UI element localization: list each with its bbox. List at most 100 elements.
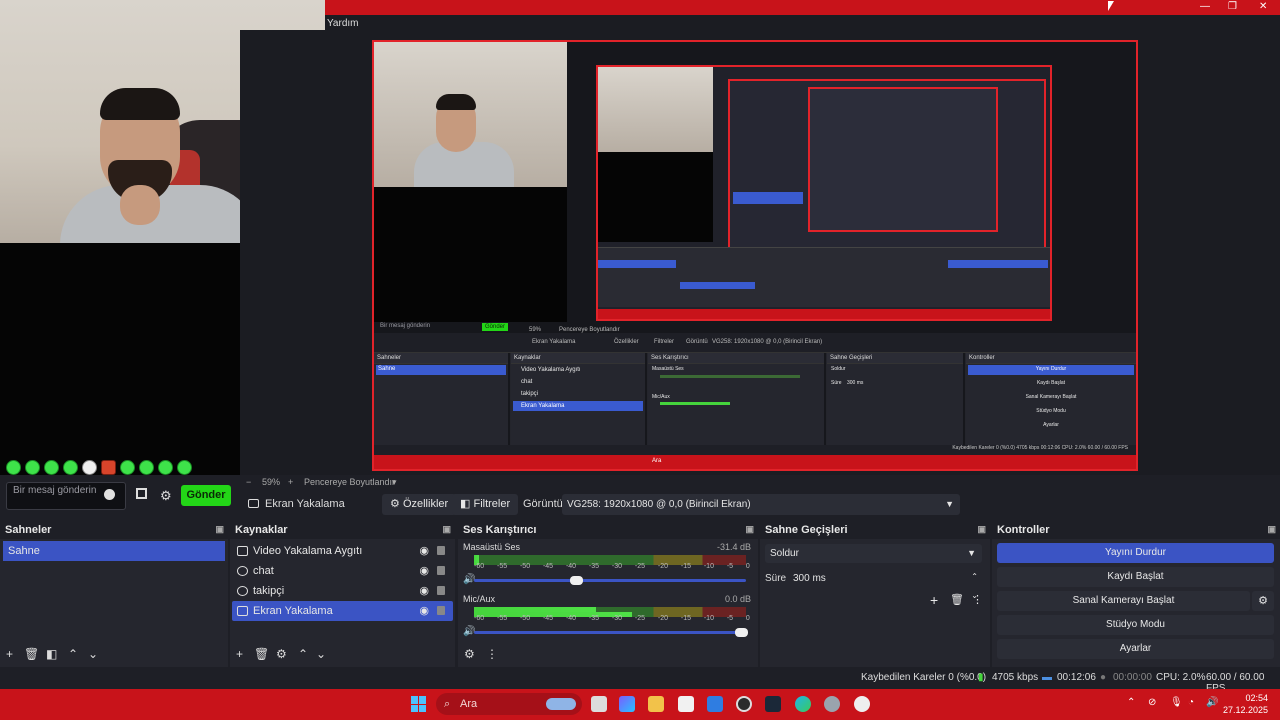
add-icon[interactable]: +: [6, 647, 13, 661]
gear-icon[interactable]: ⚙: [276, 647, 287, 661]
trash-icon[interactable]: 🗑: [950, 593, 964, 606]
menu-help[interactable]: Yardım: [327, 18, 359, 29]
gift-icon[interactable]: [136, 488, 147, 499]
dock-undock-icon[interactable]: ▣: [215, 524, 224, 535]
emote-icon[interactable]: [120, 460, 135, 475]
down-icon[interactable]: ⌄: [316, 647, 326, 661]
store-icon[interactable]: [678, 696, 694, 712]
emote-icon[interactable]: [101, 460, 116, 475]
task-view-icon[interactable]: [591, 696, 607, 712]
weather-icon: [546, 698, 576, 710]
add-icon[interactable]: +: [236, 647, 243, 661]
taskbar-clock[interactable]: 02:54 27.12.2025: [1223, 692, 1268, 716]
windows-start-icon[interactable]: [411, 696, 427, 712]
zoom-out-icon[interactable]: −: [246, 477, 251, 487]
nested-fit: Pencereye Boyutlandır: [559, 327, 620, 333]
app-icon[interactable]: [854, 696, 870, 712]
network-icon[interactable]: ⊘: [1148, 697, 1156, 708]
source-item[interactable]: takipçi ◉: [232, 581, 453, 601]
chevron-down-icon[interactable]: ▾: [392, 477, 397, 488]
emote-icon[interactable]: [139, 460, 154, 475]
chevron-up-icon[interactable]: ⌃: [1127, 697, 1135, 708]
zoom-in-icon[interactable]: +: [288, 477, 293, 487]
lock-icon[interactable]: [437, 586, 445, 595]
minimize-icon[interactable]: —: [1200, 1, 1210, 12]
maximize-icon[interactable]: ❐: [1228, 1, 1237, 12]
lock-icon[interactable]: [437, 566, 445, 575]
steam-icon[interactable]: [765, 696, 781, 712]
dock-undock-icon[interactable]: ▣: [977, 524, 986, 535]
send-button[interactable]: Gönder: [181, 485, 231, 506]
menu-dots-icon[interactable]: ⋮: [972, 593, 983, 606]
nested-webcam: [374, 42, 567, 187]
eye-icon[interactable]: ◉: [419, 541, 429, 561]
nested-chat-area: [374, 187, 567, 322]
lock-icon[interactable]: [437, 606, 445, 615]
emote-icon[interactable]: [25, 460, 40, 475]
folder-icon[interactable]: [648, 696, 664, 712]
transitions-title: Sahne Geçişleri: [765, 524, 848, 536]
eye-icon[interactable]: ◉: [419, 581, 429, 601]
mixer-footer: ⚙ ⋮: [458, 643, 758, 667]
clock-date: 27.12.2025: [1222, 705, 1268, 715]
up-icon[interactable]: ⌃: [68, 647, 78, 661]
settings-icon[interactable]: [824, 696, 840, 712]
eye-icon[interactable]: ◉: [419, 601, 429, 621]
emote-icon[interactable]: [44, 460, 59, 475]
trash-icon[interactable]: 🗑: [24, 647, 39, 661]
volume-slider[interactable]: [474, 576, 746, 585]
emoji-icon[interactable]: [104, 489, 115, 500]
fit-to-window-label[interactable]: Pencereye Boyutlandır: [304, 477, 395, 487]
search-icon: ⌕: [444, 698, 451, 710]
transition-select[interactable]: Soldur ▼: [765, 544, 982, 563]
trash-icon[interactable]: 🗑: [254, 647, 269, 661]
filters-button[interactable]: ◧ Filtreler: [452, 494, 519, 515]
controls-title: Kontroller: [997, 524, 1050, 536]
microphone-icon[interactable]: 🎙: [1170, 697, 1183, 708]
duration-input[interactable]: 300 ms ⌃ ⌄: [787, 569, 982, 600]
close-icon[interactable]: ✕: [1259, 1, 1267, 12]
up-icon[interactable]: ⌃: [298, 647, 308, 661]
source-item[interactable]: chat ◉: [232, 561, 453, 581]
filter-icon[interactable]: ◧: [46, 647, 57, 661]
widgets-icon[interactable]: [619, 696, 635, 712]
display-select[interactable]: VG258: 1920x1080 @ 0,0 (Birincil Ekran) …: [562, 494, 960, 515]
signal-icon: ▮: [978, 672, 984, 683]
volume-slider[interactable]: [474, 628, 748, 637]
obs-icon[interactable]: [736, 696, 752, 712]
eye-icon[interactable]: ◉: [419, 561, 429, 581]
gear-icon[interactable]: ⚙: [464, 647, 475, 661]
gear-icon[interactable]: ⚙: [1252, 591, 1274, 611]
stream-icon: ▬: [1042, 672, 1052, 683]
emote-icon[interactable]: [177, 460, 192, 475]
emote-icon[interactable]: [63, 460, 78, 475]
mail-icon[interactable]: [707, 696, 723, 712]
lock-icon[interactable]: [437, 546, 445, 555]
source-item[interactable]: Ekran Yakalama ◉: [232, 601, 453, 621]
dock-undock-icon[interactable]: ▣: [745, 524, 754, 535]
wifi-icon[interactable]: ◔: [1188, 697, 1194, 708]
gear-icon[interactable]: ⚙: [160, 488, 172, 504]
dock-undock-icon[interactable]: ▣: [1267, 524, 1276, 535]
record-time: 00:00:00: [1113, 672, 1152, 683]
down-icon[interactable]: ⌄: [88, 647, 98, 661]
emote-icon[interactable]: [6, 460, 21, 475]
properties-button[interactable]: ⚙ Özellikler: [382, 494, 457, 515]
emote-icon[interactable]: [158, 460, 173, 475]
transition-value: Soldur: [770, 548, 799, 559]
menu-dots-icon[interactable]: ⋮: [486, 647, 498, 661]
add-icon[interactable]: +: [930, 592, 938, 608]
taskbar-search[interactable]: ⌕ Ara: [436, 693, 582, 715]
stop-streaming-button[interactable]: Yayını Durdur: [997, 543, 1274, 563]
emote-icon[interactable]: [82, 460, 97, 475]
source-item[interactable]: Video Yakalama Aygıtı ◉: [232, 541, 453, 561]
dock-undock-icon[interactable]: ▣: [442, 524, 451, 535]
volume-icon[interactable]: 🔊: [1206, 697, 1218, 708]
studio-mode-button[interactable]: Stüdyo Modu: [997, 615, 1274, 635]
settings-button[interactable]: Ayarlar: [997, 639, 1274, 659]
start-virtual-camera-button[interactable]: Sanal Kamerayı Başlat: [997, 591, 1250, 611]
start-recording-button[interactable]: Kaydı Başlat: [997, 567, 1274, 587]
screen-capture-source[interactable]: Bir mesaj gönderin Gönder 59% Pencereye …: [372, 40, 1138, 471]
scene-item[interactable]: Sahne: [3, 541, 225, 561]
edge-icon[interactable]: [795, 696, 811, 712]
